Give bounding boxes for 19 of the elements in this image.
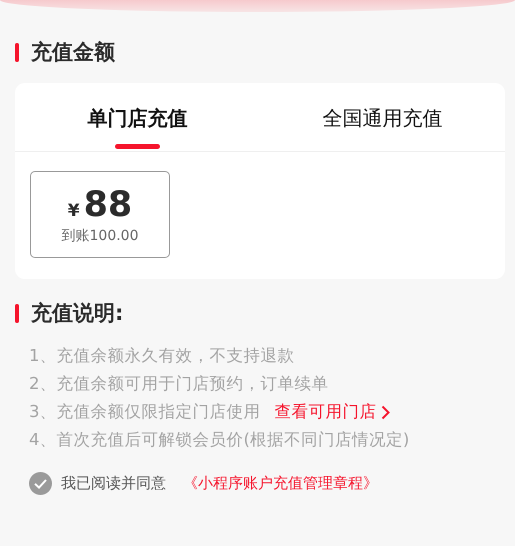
accent-bar [15, 42, 19, 62]
terms-link[interactable]: 《小程序账户充值管理章程》 [183, 474, 378, 493]
section-title: 充值说明: [31, 300, 124, 327]
currency-symbol: ¥ [68, 200, 80, 220]
accent-bar [15, 304, 19, 322]
checkbox[interactable] [29, 472, 52, 495]
credit-amount: 到账100.00 [62, 226, 138, 244]
note-text: 1、充值余额永久有效，不支持退款 [29, 345, 294, 367]
note-text: 4、首次充值后可解锁会员价(根据不同门店情况定) [29, 429, 410, 451]
agreement-text: 我已阅读并同意 [61, 474, 166, 493]
amount-option[interactable]: ¥88 到账100.00 [30, 171, 170, 258]
price: 88 [84, 184, 132, 224]
tab[interactable]: 全国通用充值 [260, 83, 505, 151]
store-link[interactable]: 查看可用门店 [274, 401, 390, 423]
note-text: 3、充值余额仅限指定门店使用 [29, 401, 260, 423]
chevron-right-icon [380, 404, 390, 420]
note-text: 2、充值余额可用于门店预约，订单续单 [29, 373, 328, 395]
section-title: 充值金额 [31, 39, 115, 66]
tab[interactable]: 单门店充值 [15, 83, 260, 151]
